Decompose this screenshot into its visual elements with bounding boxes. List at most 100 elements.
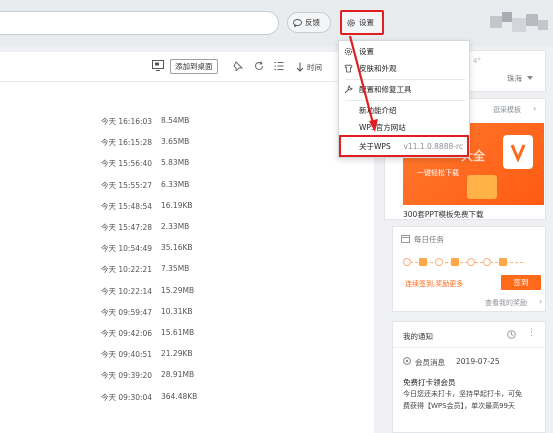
settings-button[interactable]: 设置	[340, 10, 384, 35]
file-row[interactable]: 今天 16:16:03 8.54MB	[0, 111, 374, 133]
member-icon	[403, 357, 411, 365]
notice-body-line: 今日您还未打卡，坚持早起打卡，可免	[403, 390, 522, 398]
file-row[interactable]: 今天 15:56:40 5.83MB	[0, 153, 374, 175]
file-modified-time: 今天 16:16:03	[101, 117, 153, 126]
gift-icon	[499, 258, 507, 266]
refresh-icon[interactable]	[254, 61, 264, 71]
about-highlight-box	[339, 135, 469, 157]
menu-item-new-features[interactable]: 新功能介绍	[339, 102, 469, 119]
file-size: 16.19KB	[161, 200, 193, 210]
menu-separator	[345, 79, 465, 80]
settings-label: 设置	[359, 18, 374, 27]
checkin-day	[403, 258, 411, 266]
menu-item-settings[interactable]: 设置	[339, 43, 469, 60]
checkin-day	[435, 258, 443, 266]
banner-text: 一键轻松下载	[417, 169, 459, 177]
notice-body-line: 费获得【WPS会员】，单次最高99天	[403, 402, 515, 410]
menu-item-label: WPS官方网站	[359, 123, 406, 132]
checkin-day	[467, 258, 475, 266]
checkin-text: 连续签到,奖励更多	[405, 280, 464, 288]
file-size: 28.91MB	[161, 370, 195, 380]
file-size: 6.33MB	[161, 179, 190, 189]
menu-item-repair-tools[interactable]: 配置和修复工具	[339, 81, 469, 98]
sort-down-icon	[296, 62, 304, 72]
file-modified-time: 今天 15:47:28	[101, 223, 153, 232]
weather-temp: 4°	[473, 57, 481, 65]
monitor-icon	[152, 60, 164, 71]
file-modified-time: 今天 09:42:06	[101, 329, 153, 338]
more-options-icon[interactable]: ⋮	[527, 328, 536, 338]
skin-icon	[344, 64, 353, 73]
file-size: 2.33MB	[161, 222, 190, 231]
file-modified-time: 今天 10:22:14	[101, 286, 153, 296]
calendar-icon	[401, 235, 410, 243]
menu-item-skin[interactable]: 皮肤和外观	[339, 60, 469, 77]
gift-box-icon	[467, 175, 497, 199]
file-row[interactable]: 今天 10:22:21 7.35MB	[0, 259, 374, 281]
divider	[393, 347, 545, 348]
file-row[interactable]: 今天 09:39:20 28.91MB	[0, 365, 374, 387]
weather-city[interactable]: 珠海	[507, 73, 522, 84]
file-size: 3.65MB	[161, 137, 190, 147]
file-size: 7.35MB	[161, 264, 190, 274]
checkin-day	[483, 258, 491, 266]
file-row[interactable]: 今天 09:42:06 15.61MB	[0, 323, 374, 345]
file-row[interactable]: 今天 09:40:51 21.29KB	[0, 344, 374, 366]
template-link[interactable]: 逛采模板	[493, 105, 521, 115]
daily-task-card: 每日任务 连续签到,奖励更多 签到 查看我的奖励 ›	[392, 226, 546, 312]
menu-item-label: 皮肤和外观	[359, 64, 397, 73]
avatar[interactable]	[490, 12, 548, 34]
wrench-icon	[344, 85, 353, 94]
notice-source: 会员消息	[415, 358, 445, 367]
file-row[interactable]: 今天 10:22:14 15.29MB	[0, 281, 374, 303]
notice-headline[interactable]: 免费打卡领会员	[403, 377, 456, 388]
file-row[interactable]: 今天 16:15:28 3.65MB	[0, 132, 374, 154]
sort-label: 时间	[307, 62, 322, 72]
file-row[interactable]: 今天 15:48:54 16.19KB	[0, 196, 374, 218]
file-row[interactable]: 今天 15:55:27 6.33MB	[0, 175, 374, 197]
chat-bubble-icon	[293, 18, 302, 27]
file-size: 15.29MB	[161, 285, 195, 295]
file-modified-time: 今天 09:30:04	[101, 392, 153, 402]
file-row[interactable]: 今天 09:59:47 10.31KB	[0, 302, 374, 324]
file-size: 10.31KB	[161, 306, 193, 316]
checkin-button[interactable]: 签到	[501, 275, 541, 290]
chevron-right-icon: ›	[539, 297, 543, 306]
gear-icon	[347, 18, 355, 27]
menu-item-label: 新功能介绍	[359, 106, 397, 115]
banner-caption[interactable]: 300套PPT模板免费下载	[403, 209, 483, 220]
file-row[interactable]: 今天 09:30:04 364.48KB	[0, 387, 374, 409]
file-modified-time: 今天 09:40:51	[101, 350, 153, 360]
notice-title: 我的通知	[403, 332, 433, 341]
file-modified-time: 今天 09:59:47	[101, 307, 153, 317]
file-modified-time: 今天 15:55:27	[101, 180, 153, 190]
my-rewards-link[interactable]: 查看我的奖励	[485, 298, 527, 308]
sort-by-time-button[interactable]: 时间	[296, 60, 322, 74]
menu-item-label: 配置和修复工具	[359, 85, 412, 94]
wps-logo-icon	[503, 135, 533, 169]
add-to-desktop-button[interactable]: 添加到桌面	[170, 59, 218, 74]
file-size: 15.61MB	[161, 328, 195, 337]
file-row[interactable]: 今天 15:47:28 2.33MB	[0, 217, 374, 239]
chevron-right-icon: ›	[533, 104, 537, 113]
clock-icon[interactable]	[507, 330, 516, 339]
notice-card: 我的通知 ⋮ 会员消息 2019-07-25 免费打卡领会员 今日您还未打卡，坚…	[392, 321, 546, 433]
gift-icon	[419, 258, 427, 266]
file-modified-time: 今天 15:56:40	[101, 159, 153, 169]
feedback-button[interactable]: 反馈	[287, 12, 331, 33]
file-size: 8.54MB	[161, 116, 190, 125]
menu-item-official-site[interactable]: WPS官方网站	[339, 119, 469, 136]
file-toolbar: 添加到桌面 时间	[0, 52, 374, 82]
search-input[interactable]	[0, 11, 279, 35]
file-row[interactable]: 今天 10:54:49 35.16KB	[0, 238, 374, 260]
file-size: 364.48KB	[161, 391, 198, 401]
file-size: 35.16KB	[161, 243, 193, 253]
file-modified-time: 今天 15:48:54	[101, 201, 153, 211]
file-modified-time: 今天 10:22:21	[101, 265, 153, 275]
pin-icon[interactable]	[233, 61, 243, 71]
gear-icon	[344, 47, 353, 56]
list-view-icon[interactable]	[274, 61, 284, 71]
chevron-down-icon[interactable]	[527, 76, 533, 80]
notice-date: 2019-07-25	[456, 357, 500, 366]
menu-item-label: 设置	[359, 47, 374, 56]
